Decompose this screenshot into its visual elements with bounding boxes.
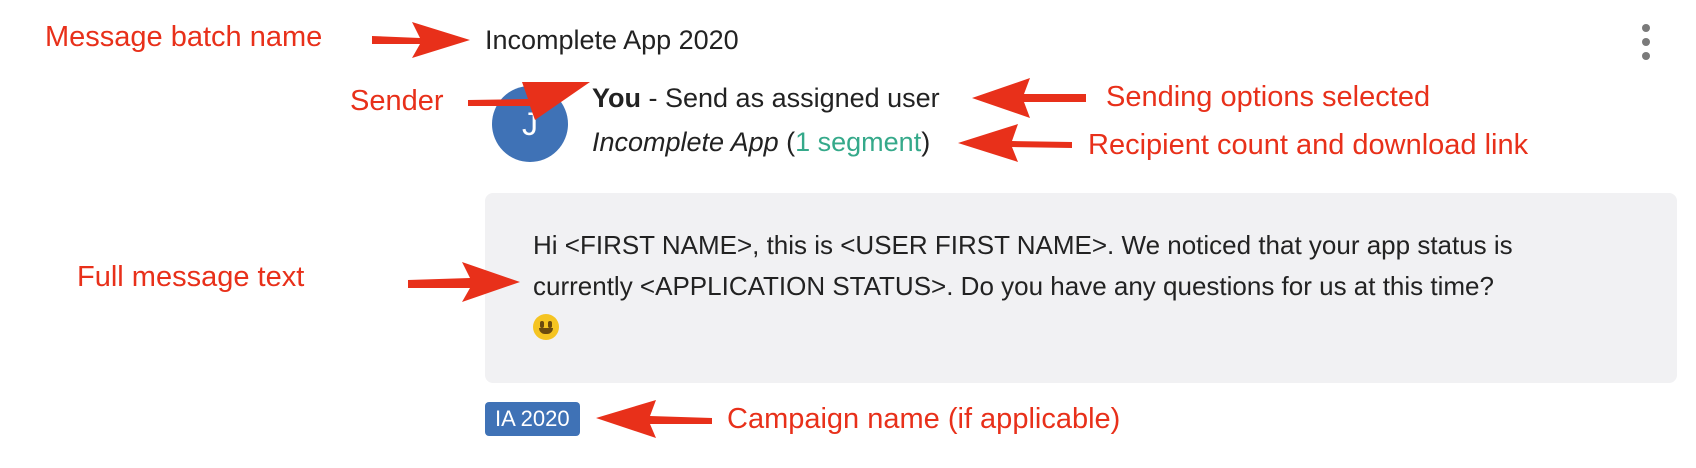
sending-option: - Send as assigned user [641, 83, 940, 113]
arrow-campaign-name [596, 400, 712, 438]
arrow-sending-options [972, 78, 1086, 118]
message-text-box: Hi <FIRST NAME>, this is <USER FIRST NAM… [485, 193, 1677, 383]
arrow-recipient-count [958, 124, 1072, 162]
arrow-batch-name [372, 22, 470, 58]
more-vertical-icon[interactable] [1632, 24, 1660, 60]
smiley-emoji-icon [533, 314, 559, 340]
close-paren: ) [921, 127, 931, 157]
recipient-line: Incomplete App (1 segment) [592, 122, 930, 162]
sender-avatar: J [492, 86, 568, 162]
message-line: Hi <FIRST NAME>, this is <USER FIRST NAM… [533, 230, 1513, 260]
segment-download-link[interactable]: 1 segment [795, 127, 921, 157]
recipient-list-name: Incomplete App [592, 127, 779, 157]
open-paren: ( [778, 127, 796, 157]
annotation-message-text: Full message text [77, 261, 305, 293]
sender-name: You [592, 83, 641, 113]
message-line: currently <APPLICATION STATUS>. Do you h… [533, 271, 1494, 301]
avatar-initial: J [522, 105, 538, 142]
annotation-batch-name: Message batch name [45, 21, 323, 53]
annotation-campaign-name: Campaign name (if applicable) [727, 403, 1121, 435]
message-batch-title: Incomplete App 2020 [485, 25, 739, 55]
annotation-sender: Sender [350, 85, 444, 117]
annotation-sending-options: Sending options selected [1106, 81, 1431, 113]
campaign-tag[interactable]: IA 2020 [485, 402, 580, 436]
annotation-recipient-count: Recipient count and download link [1088, 129, 1529, 161]
sender-line: You - Send as assigned user [592, 78, 940, 118]
